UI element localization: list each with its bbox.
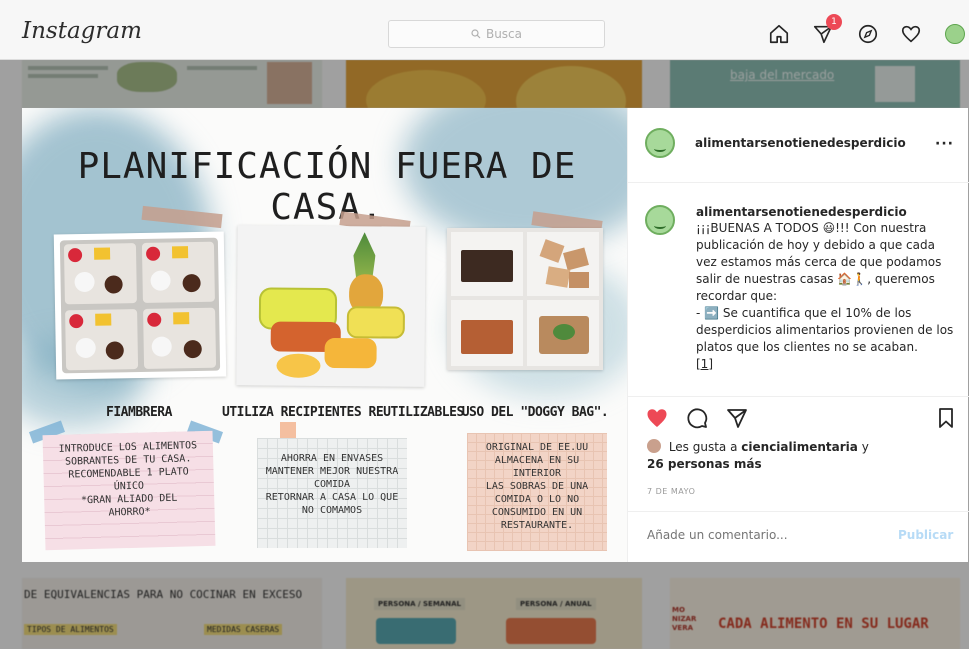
- column-note: INTRODUCE LOS ALIMENTOS SOBRANTES DE TU …: [42, 430, 216, 551]
- home-icon[interactable]: [767, 22, 791, 46]
- divider: [628, 182, 969, 183]
- author-avatar[interactable]: [645, 128, 675, 158]
- post-headline: PLANIFICACIÓN FUERA DE CASA.: [77, 146, 577, 228]
- publish-button[interactable]: Publicar: [898, 528, 953, 542]
- column-note: ORIGINAL DE EE.UU ALMACENA EN SU INTERIO…: [467, 433, 607, 551]
- caption-text: - ➡️ Se cuantifica que el 10% de los des…: [696, 306, 954, 354]
- top-navbar: Instagram Busca 1: [0, 0, 969, 60]
- profile-avatar[interactable]: [945, 24, 965, 44]
- post-author-username[interactable]: alimentarsenotienedesperdicio: [695, 136, 906, 150]
- likes-prefix: Les gusta a: [668, 440, 738, 454]
- instagram-page: baja del mercado DE EQUIVALENCIAS PARA N…: [0, 0, 969, 649]
- caption-username[interactable]: alimentarsenotienedesperdicio: [696, 205, 907, 219]
- caption-text: ¡¡¡BUENAS A TODOS 😃!!! Con nuestra publi…: [696, 221, 942, 303]
- caption-text: [1]: [696, 357, 713, 371]
- comment-input[interactable]: [647, 528, 877, 542]
- column-title: UTILIZA RECIPIENTES REUTILIZABLES: [222, 405, 464, 420]
- containers-photo: [236, 225, 426, 387]
- comment-icon[interactable]: [684, 405, 710, 431]
- post-date: 7 DE MAYO: [647, 487, 696, 496]
- divider: [628, 396, 969, 397]
- search-input[interactable]: Busca: [388, 20, 605, 48]
- column-title: FIAMBRERA: [106, 405, 172, 420]
- divider: [628, 511, 969, 512]
- lunchbox-photo: [53, 231, 227, 380]
- activity-heart-icon[interactable]: [899, 22, 923, 46]
- liker-username[interactable]: ciencialimentaria: [741, 440, 858, 454]
- heart-filled-icon[interactable]: [644, 405, 670, 431]
- bookmark-icon[interactable]: [933, 405, 959, 431]
- post-modal: PLANIFICACIÓN FUERA DE CASA. FIAMBRERA U…: [22, 108, 969, 562]
- post-caption: ¡¡¡BUENAS A TODOS 😃!!! Con nuestra publi…: [696, 220, 958, 373]
- search-icon: [471, 29, 481, 39]
- likes-summary: Les gusta a ciencialimentaria y 26 perso…: [647, 439, 957, 473]
- caption-avatar[interactable]: [645, 205, 675, 235]
- more-options-icon[interactable]: ···: [935, 136, 954, 152]
- instagram-logo[interactable]: Instagram: [22, 18, 142, 44]
- share-icon[interactable]: [724, 405, 750, 431]
- likes-others[interactable]: 26 personas más: [647, 457, 762, 471]
- search-placeholder: Busca: [485, 27, 523, 41]
- explore-icon[interactable]: [856, 22, 880, 46]
- likes-middle: y: [861, 440, 869, 454]
- column-title: USO DEL "DOGGY BAG".: [461, 405, 609, 420]
- direct-badge: 1: [826, 14, 842, 30]
- column-note: AHORRA EN ENVASES MANTENER MEJOR NUESTRA…: [257, 438, 407, 548]
- liker-avatar: [647, 439, 661, 453]
- post-image[interactable]: PLANIFICACIÓN FUERA DE CASA. FIAMBRERA U…: [22, 108, 627, 562]
- post-side-panel: alimentarsenotienedesperdicio ··· alimen…: [627, 108, 969, 562]
- doggy-bag-photo: [447, 228, 603, 370]
